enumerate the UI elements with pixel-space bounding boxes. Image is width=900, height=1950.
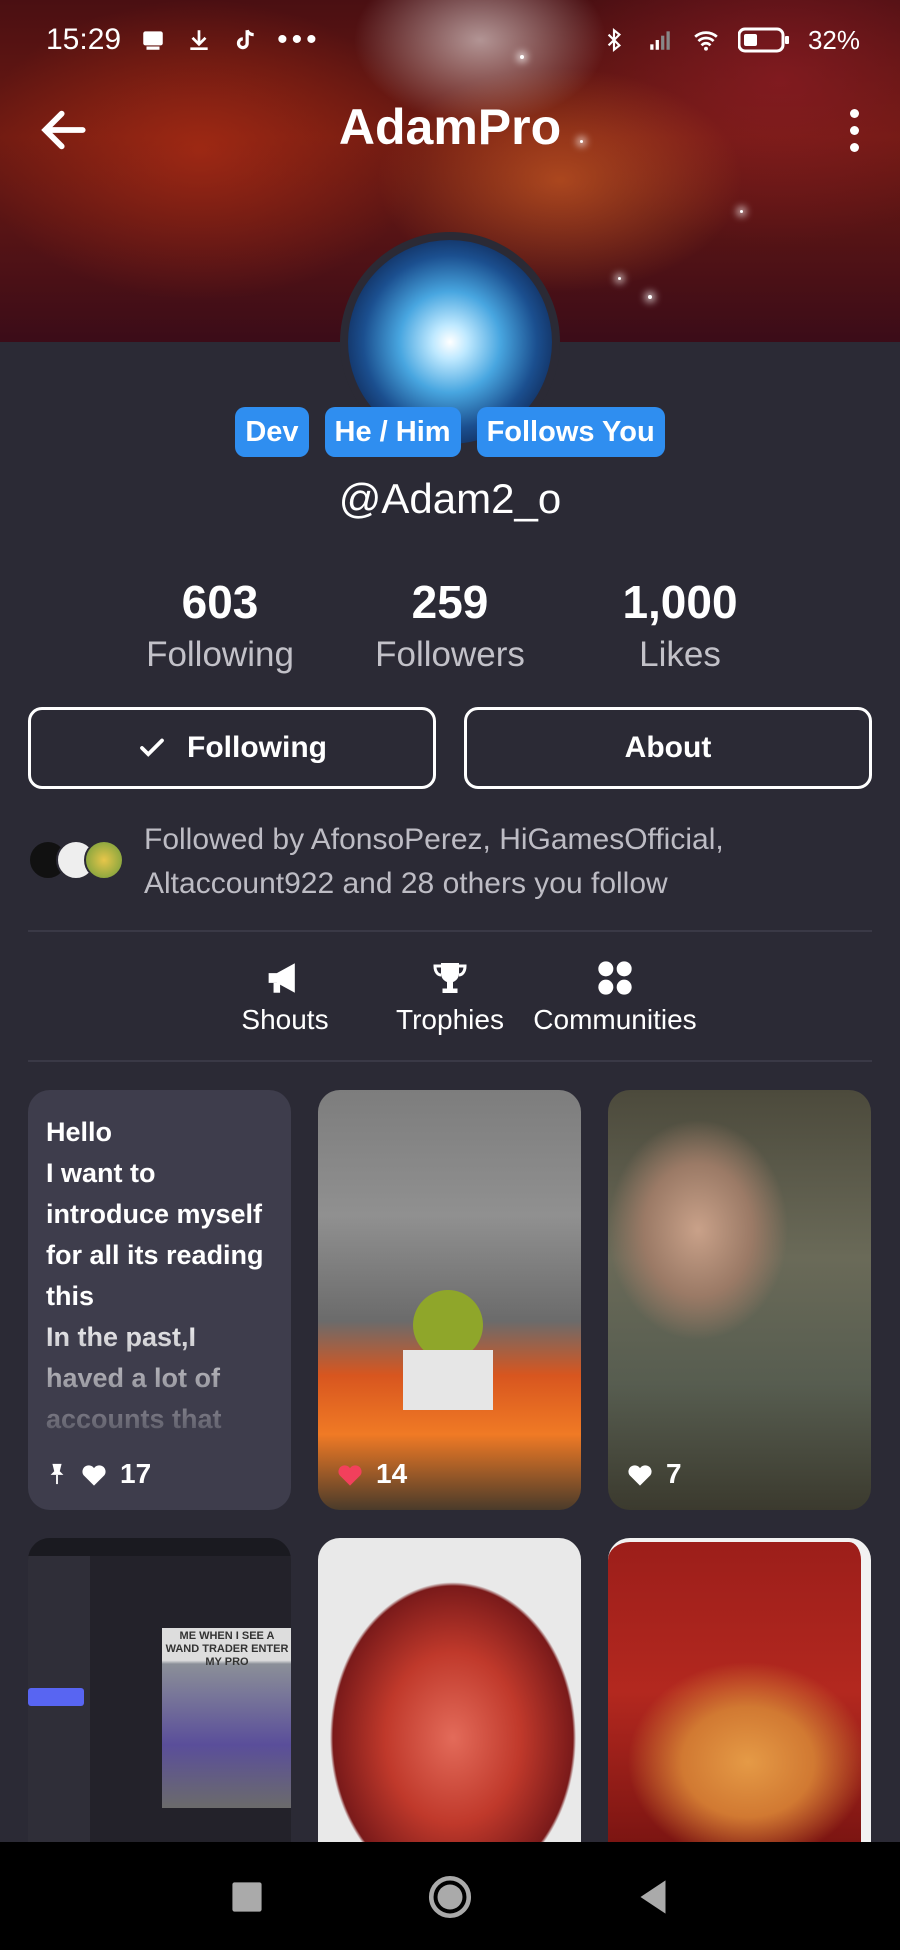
post-card-image[interactable]	[318, 1538, 581, 1842]
badge-follows-you: Follows You	[476, 407, 665, 457]
battery-icon	[737, 27, 789, 53]
post-like-count: 14	[376, 1458, 408, 1489]
stat-likes-label: Likes	[639, 635, 721, 674]
followed-by[interactable]: Followed by AfonsoPerez, HiGamesOfficial…	[28, 818, 878, 900]
recents-icon[interactable]	[222, 1872, 272, 1922]
communities-icon	[598, 961, 632, 995]
stat-followers[interactable]: 259 Followers	[335, 575, 565, 675]
heart-icon	[82, 1465, 106, 1486]
badge-dev: Dev	[235, 407, 309, 457]
post-card-image[interactable]: 14	[318, 1090, 581, 1510]
heart-filled-icon	[338, 1465, 362, 1486]
megaphone-icon	[268, 963, 295, 993]
tab-trophies-label: Trophies	[396, 1004, 504, 1035]
stat-following[interactable]: 603 Following	[105, 575, 335, 675]
system-nav-bar	[0, 1842, 900, 1950]
battery-percent: 32%	[807, 24, 860, 55]
post-like-count: 17	[120, 1458, 152, 1489]
pin-icon	[50, 1463, 64, 1485]
post-card-image[interactable]: ME WHEN I SEE A WAND TRADER ENTER MY PRO	[28, 1538, 291, 1842]
check-icon	[140, 738, 164, 757]
back-nav-icon[interactable]	[628, 1872, 678, 1922]
post-like-count: 7	[666, 1458, 682, 1489]
wifi-icon	[694, 31, 718, 51]
post-image-figure	[403, 1350, 493, 1410]
profile-badges: Dev He / Him Follows You	[0, 407, 900, 457]
post-image-caption: ME WHEN I SEE A WAND TRADER ENTER MY PRO	[165, 1630, 289, 1668]
tab-communities[interactable]: Communities	[530, 958, 700, 1036]
profile-stats: 603 Following 259 Followers 1,000 Likes	[0, 575, 900, 685]
post-image-button	[28, 1688, 84, 1706]
post-text: Hello I want to introduce myself for all…	[46, 1117, 264, 1434]
post-card-image[interactable]	[608, 1538, 871, 1842]
following-button-label: Following	[187, 731, 327, 764]
following-button[interactable]: Following	[28, 707, 436, 789]
post-footer: 14	[336, 1458, 407, 1490]
status-time: 15:29	[46, 23, 122, 56]
tab-trophies[interactable]: Trophies	[365, 958, 535, 1036]
notification-icon	[143, 31, 163, 50]
post-footer: 7	[626, 1458, 682, 1490]
post-card-image[interactable]: 7	[608, 1090, 871, 1510]
post-image-topbar	[28, 1538, 291, 1556]
user-handle: @Adam2_o	[338, 475, 562, 522]
followed-by-text: Followed by AfonsoPerez, HiGamesOfficial…	[144, 823, 724, 900]
tiktok-icon	[236, 29, 254, 50]
home-icon[interactable]	[425, 1872, 475, 1922]
app-bar: AdamPro	[0, 80, 900, 180]
tab-communities-label: Communities	[533, 1004, 697, 1035]
stat-following-label: Following	[146, 635, 294, 674]
badge-pronouns: He / Him	[324, 407, 461, 457]
about-button[interactable]: About	[464, 707, 872, 789]
about-button-label: About	[624, 731, 712, 764]
bluetooth-icon	[607, 27, 621, 53]
follower-avatar	[84, 840, 124, 880]
divider	[28, 1060, 872, 1062]
post-footer: 17	[46, 1458, 151, 1490]
divider	[28, 930, 872, 932]
heart-icon	[628, 1465, 652, 1486]
tab-shouts-label: Shouts	[241, 1004, 329, 1035]
download-icon	[190, 30, 208, 51]
tab-shouts[interactable]: Shouts	[200, 958, 370, 1036]
trophy-icon	[433, 963, 467, 993]
signal-icon	[650, 31, 670, 50]
more-notifications-icon: •••	[277, 23, 321, 56]
post-card-text[interactable]: Hello I want to introduce myself for all…	[28, 1090, 291, 1510]
page-title: AdamPro	[338, 99, 562, 155]
stat-following-value: 603	[181, 576, 259, 628]
stat-followers-label: Followers	[375, 635, 525, 674]
more-vertical-icon[interactable]	[834, 102, 874, 158]
stat-likes-value: 1,000	[622, 576, 738, 628]
stat-followers-value: 259	[411, 576, 489, 628]
stat-likes[interactable]: 1,000 Likes	[565, 575, 795, 675]
status-bar: 15:29 ••• 32%	[0, 0, 900, 80]
